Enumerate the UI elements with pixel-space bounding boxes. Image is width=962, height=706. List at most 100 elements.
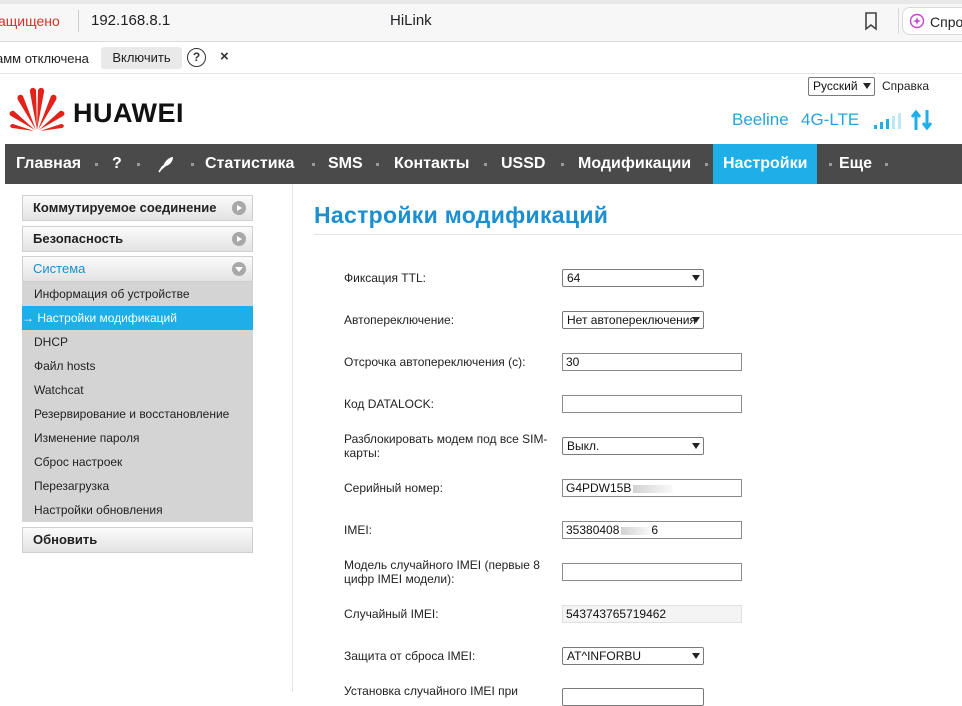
chevron-down-icon	[692, 653, 700, 659]
main-nav: Главная ? Статистика SMS Контакты USSD М…	[5, 144, 962, 184]
nav-separator	[484, 163, 487, 166]
window-frame	[0, 0, 962, 4]
page-title: Настройки модификаций	[314, 202, 609, 228]
language-select[interactable]: Русский	[808, 77, 875, 96]
nav-separator	[561, 163, 564, 166]
sidebar-section-dialup[interactable]: Коммутируемое соединение	[22, 195, 253, 221]
logo-text: HUAWEI	[73, 98, 184, 128]
nav-separator	[705, 163, 708, 166]
address-bar[interactable]: 192.168.8.1	[91, 12, 170, 29]
page-tab-title: HiLink	[390, 12, 432, 29]
security-indicator[interactable]: ащищено	[0, 13, 60, 29]
random-imei-model-line2: цифр IMEI модели):	[344, 572, 455, 586]
datalock-input[interactable]	[562, 395, 742, 413]
chevron-down-icon	[692, 443, 700, 449]
sidebar-section-update[interactable]: Обновить	[22, 527, 253, 553]
sidebar-item-watchcat[interactable]: Watchcat	[22, 378, 253, 402]
language-value: Русский	[813, 79, 858, 93]
redaction-blur	[621, 526, 652, 535]
imei-label: IMEI:	[344, 523, 373, 537]
random-imei-model-label: Модель случайного IMEI (первые 8 цифр IM…	[344, 558, 540, 586]
imei-protection-label: Защита от сброса IMEI:	[344, 649, 476, 663]
imei-value-start: 35380408	[566, 523, 620, 537]
imei-input[interactable]: 35380408 6	[562, 521, 742, 539]
address-divider	[78, 10, 79, 32]
help-link[interactable]: Справка	[882, 79, 929, 93]
random-imei-set-select[interactable]	[562, 688, 704, 706]
ask-label: Спро	[930, 14, 962, 30]
browser-toolbar: ащищено 192.168.8.1 HiLink Спро	[0, 0, 962, 42]
serial-label: Серийный номер:	[344, 481, 443, 495]
ttl-select[interactable]: 64	[562, 269, 704, 287]
signal-strength-icon	[874, 113, 901, 129]
huawei-logo-icon	[9, 87, 65, 131]
sidebar-item-reset[interactable]: Сброс настроек	[22, 450, 253, 474]
sidebar-section-security[interactable]: Безопасность	[22, 226, 253, 252]
expand-icon	[232, 232, 246, 246]
ttl-value: 64	[567, 271, 581, 285]
autoswitch-select[interactable]: Нет автопереключения	[562, 311, 704, 329]
nav-separator	[376, 163, 379, 166]
nav-contacts[interactable]: Контакты	[394, 144, 469, 184]
close-icon[interactable]: ×	[220, 48, 229, 65]
help-icon[interactable]: ?	[187, 48, 206, 67]
collapse-icon	[232, 262, 246, 276]
sim-unlock-value: Выкл.	[567, 439, 600, 453]
random-imei-set-label: Установка случайного IMEI при	[344, 684, 518, 698]
content-divider	[292, 184, 293, 692]
chevron-down-icon	[692, 317, 700, 323]
sparkle-icon	[909, 13, 925, 29]
sidebar-item-backup[interactable]: Резервирование и восстановление	[22, 402, 253, 426]
nav-statistics[interactable]: Статистика	[205, 144, 294, 184]
quill-icon[interactable]	[157, 155, 175, 173]
serial-value: G4PDW15B	[566, 481, 632, 495]
info-bar: амм отключена Включить ? ×	[0, 42, 962, 74]
autoswitch-delay-label: Отсрочка автопереключения (с):	[344, 355, 526, 369]
sidebar-item-mod-settings[interactable]: → Настройки модификаций	[22, 306, 253, 330]
sim-unlock-label-line2: карты:	[344, 446, 381, 460]
bookmark-icon[interactable]	[862, 11, 880, 31]
sidebar-system-list: Информация об устройстве → Настройки мод…	[22, 282, 253, 522]
nav-separator	[885, 163, 888, 166]
datalock-label: Код DATALOCK:	[344, 397, 434, 411]
autoswitch-value: Нет автопереключения	[567, 313, 696, 327]
sidebar-item-update-settings[interactable]: Настройки обновления	[22, 498, 253, 522]
chevron-down-icon	[863, 83, 871, 89]
sim-unlock-select[interactable]: Выкл.	[562, 437, 704, 455]
nav-ussd[interactable]: USSD	[501, 144, 545, 184]
nav-help[interactable]: ?	[112, 144, 122, 184]
sidebar-section-system[interactable]: Система	[22, 256, 253, 282]
nav-separator	[312, 163, 315, 166]
section-label: Обновить	[33, 532, 98, 547]
random-imei-model-line1: Модель случайного IMEI (первые 8	[344, 558, 540, 572]
enable-button[interactable]: Включить	[101, 47, 182, 69]
sidebar-item-password[interactable]: Изменение пароля	[22, 426, 253, 450]
nav-more[interactable]: Еще	[839, 144, 872, 184]
section-label: Безопасность	[33, 231, 124, 246]
random-imei-model-input[interactable]	[562, 563, 742, 581]
sidebar-item-hosts[interactable]: Файл hosts	[22, 354, 253, 378]
random-imei-label: Случайный IMEI:	[344, 607, 439, 621]
nav-home[interactable]: Главная	[16, 144, 81, 184]
nav-separator	[137, 163, 140, 166]
autoswitch-delay-input[interactable]: 30	[562, 353, 742, 371]
nav-sms[interactable]: SMS	[328, 144, 363, 184]
nav-modifications[interactable]: Модификации	[578, 144, 691, 184]
sidebar-item-device-info[interactable]: Информация об устройстве	[22, 282, 253, 306]
serial-input[interactable]: G4PDW15B	[562, 479, 742, 497]
sidebar-item-dhcp[interactable]: DHCP	[22, 330, 253, 354]
title-divider	[314, 234, 962, 235]
nav-separator	[191, 163, 194, 166]
expand-icon	[232, 201, 246, 215]
operator-name: Beeline	[732, 110, 789, 129]
chevron-down-icon	[692, 275, 700, 281]
ttl-label: Фиксация TTL:	[344, 271, 426, 285]
info-message: амм отключена	[0, 51, 89, 66]
nav-separator	[829, 163, 832, 166]
ask-button[interactable]: Спро	[902, 7, 962, 35]
sidebar-item-reboot[interactable]: Перезагрузка	[22, 474, 253, 498]
nav-settings[interactable]: Настройки	[713, 144, 818, 184]
autoswitch-label: Автопереключение:	[344, 313, 455, 327]
redaction-blur	[633, 484, 674, 493]
imei-protection-select[interactable]: AT^INFORBU	[562, 647, 704, 665]
